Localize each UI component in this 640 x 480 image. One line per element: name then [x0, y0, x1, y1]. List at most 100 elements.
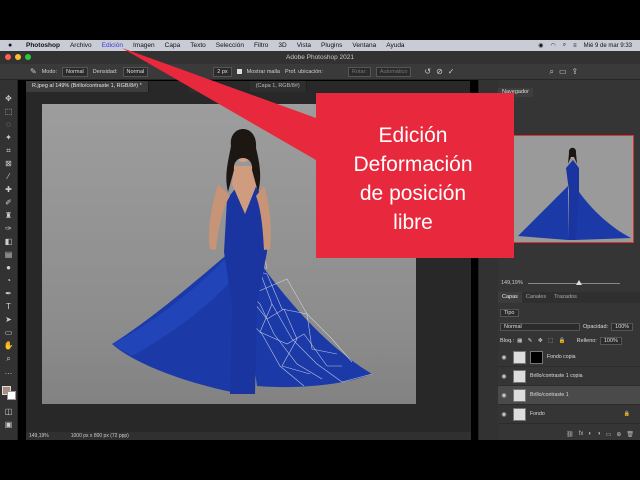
- eraser-tool-icon[interactable]: ◧: [3, 237, 15, 247]
- opacity-label: Opacidad:: [583, 324, 609, 330]
- blend-row: Normal Opacidad: 100%: [500, 322, 636, 332]
- gradient-tool-icon[interactable]: ▤: [3, 250, 15, 260]
- pen-tool-icon[interactable]: ✒: [3, 289, 15, 299]
- commit-icon[interactable]: ✓: [448, 67, 455, 76]
- color-swatches[interactable]: [1, 386, 16, 400]
- tab-capas[interactable]: Capas: [498, 292, 522, 303]
- layer-row-selected[interactable]: ◉ Brillo/contraste 1: [498, 386, 640, 405]
- puppet-warp-tool-icon[interactable]: ✎: [30, 67, 37, 76]
- menu-ventana[interactable]: Ventana: [352, 42, 376, 49]
- status-doc-size[interactable]: 1000 px x 800 px (72 ppp): [71, 432, 129, 440]
- menu-seleccion[interactable]: Selección: [216, 42, 244, 49]
- mode-select[interactable]: Normal: [62, 66, 88, 77]
- eye-icon[interactable]: ◉: [498, 354, 510, 361]
- menu-capa[interactable]: Capa: [165, 42, 181, 49]
- path-select-tool-icon[interactable]: ➤: [3, 315, 15, 325]
- more-tools-icon[interactable]: …: [3, 367, 15, 377]
- clock[interactable]: Mié 9 de mar 9:33: [584, 43, 632, 49]
- menu-vista[interactable]: Vista: [297, 42, 311, 49]
- menu-archivo[interactable]: Archivo: [70, 42, 92, 49]
- layer-thumbnail: [513, 388, 526, 402]
- navigator-thumbnail[interactable]: [512, 135, 634, 243]
- lasso-tool-icon[interactable]: ◌: [3, 120, 15, 130]
- apple-icon[interactable]: ●: [8, 42, 16, 50]
- layer-mask-thumbnail[interactable]: [530, 350, 543, 364]
- new-layer-icon[interactable]: ⊕: [616, 431, 621, 438]
- share-icon[interactable]: ⇪: [572, 67, 579, 76]
- workspace-icon[interactable]: ▭: [559, 67, 567, 76]
- rotate-select[interactable]: Automático: [375, 66, 412, 77]
- tab-trazados[interactable]: Trazados: [550, 292, 581, 303]
- healing-tool-icon[interactable]: ✚: [3, 185, 15, 195]
- lock-row: Bloq.: ▦ ✎ ✥ ⬚ 🔒 Relleno: 100%: [500, 336, 636, 346]
- minimize-icon[interactable]: [15, 54, 21, 60]
- zoom-tool-icon[interactable]: ⌕: [3, 354, 15, 364]
- reset-icon[interactable]: ↺: [424, 67, 431, 76]
- stamp-tool-icon[interactable]: ♜: [3, 211, 15, 221]
- crop-tool-icon[interactable]: ⌗: [3, 146, 15, 156]
- lock-icon[interactable]: 🔒: [624, 411, 630, 417]
- blur-tool-icon[interactable]: ●: [3, 263, 15, 273]
- add-mask-icon[interactable]: ◐: [588, 431, 592, 437]
- layer-row[interactable]: ◉ Brillo/contraste 1 copia: [498, 367, 640, 386]
- screen-mode-icon[interactable]: ▣: [3, 420, 15, 430]
- menu-ayuda[interactable]: Ayuda: [386, 42, 404, 49]
- wifi-icon[interactable]: ◠: [551, 42, 556, 49]
- layer-row[interactable]: ◉ Fondo copia: [498, 348, 640, 367]
- maximize-icon[interactable]: [25, 54, 31, 60]
- group-icon[interactable]: ▭: [606, 431, 612, 438]
- hand-tool-icon[interactable]: ✋: [3, 341, 15, 351]
- menu-plugins[interactable]: Plugins: [321, 42, 342, 49]
- eye-icon[interactable]: ◉: [498, 373, 510, 380]
- background-color-swatch[interactable]: [6, 391, 16, 400]
- menu-imagen[interactable]: Imagen: [133, 42, 155, 49]
- opacity-field[interactable]: 100%: [611, 323, 634, 331]
- menu-3d[interactable]: 3D: [278, 42, 286, 49]
- close-icon[interactable]: [5, 54, 11, 60]
- blend-mode-select[interactable]: Normal: [500, 323, 580, 331]
- menu-photoshop[interactable]: Photoshop: [26, 42, 60, 49]
- marquee-tool-icon[interactable]: ⬚: [3, 107, 15, 117]
- trash-icon[interactable]: 🗑: [626, 431, 634, 438]
- expand-field[interactable]: 2 px: [213, 66, 232, 77]
- eyedropper-tool-icon[interactable]: ⁄: [3, 172, 15, 182]
- control-center-icon[interactable]: ≡: [573, 43, 577, 49]
- tab-navigator[interactable]: Navegador: [498, 88, 533, 97]
- show-mesh-checkbox[interactable]: [236, 69, 242, 74]
- layer-filter-select[interactable]: Tipo: [500, 309, 519, 317]
- lock-icons[interactable]: ▦ ✎ ✥ ⬚ 🔒: [517, 336, 568, 346]
- adjustment-icon[interactable]: ◑: [597, 431, 601, 437]
- dodge-tool-icon[interactable]: ◔: [3, 276, 15, 286]
- navigator-zoom-slider[interactable]: [528, 283, 620, 284]
- frame-tool-icon[interactable]: ⊠: [3, 159, 15, 169]
- type-tool-icon[interactable]: T: [3, 302, 15, 312]
- tab-r-jpeg[interactable]: R.jpeg al 149% (Brillo/contraste 1, RGB/…: [26, 81, 149, 92]
- search-icon[interactable]: ⌕: [563, 42, 566, 49]
- density-select[interactable]: Normal: [122, 66, 149, 77]
- fill-field[interactable]: 100%: [599, 337, 622, 345]
- navigator-zoom-value[interactable]: 149,19%: [501, 280, 523, 286]
- navigator-zoom-knob[interactable]: [576, 280, 582, 285]
- shape-tool-icon[interactable]: ▭: [3, 328, 15, 338]
- search-icon[interactable]: ⌕: [550, 67, 554, 77]
- move-tool-icon[interactable]: ✥: [3, 94, 15, 104]
- tab-second[interactable]: Blu: [188, 81, 210, 92]
- cancel-icon[interactable]: ⊘: [436, 67, 443, 76]
- menu-edicion[interactable]: Edición: [102, 42, 123, 49]
- layer-row[interactable]: ◉ Fondo 🔒: [498, 405, 640, 424]
- record-icon[interactable]: ◉: [538, 42, 543, 49]
- lock-label: Bloq.:: [500, 338, 515, 344]
- menu-texto[interactable]: Texto: [190, 42, 206, 49]
- history-brush-tool-icon[interactable]: ✑: [3, 224, 15, 234]
- status-zoom[interactable]: 149,19%: [29, 432, 49, 440]
- eye-icon[interactable]: ◉: [498, 411, 510, 418]
- quick-select-tool-icon[interactable]: ✦: [3, 133, 15, 143]
- link-layers-icon[interactable]: ⛓: [566, 431, 574, 438]
- quick-mask-icon[interactable]: ◫: [3, 407, 15, 417]
- brush-tool-icon[interactable]: ✐: [3, 198, 15, 208]
- tab-third[interactable]: (Capa 1, RGB/8#): [249, 81, 307, 92]
- eye-icon[interactable]: ◉: [498, 392, 510, 399]
- tab-canales[interactable]: Canales: [522, 292, 550, 303]
- fx-icon[interactable]: fx: [579, 431, 584, 437]
- menu-filtro[interactable]: Filtro: [254, 42, 268, 49]
